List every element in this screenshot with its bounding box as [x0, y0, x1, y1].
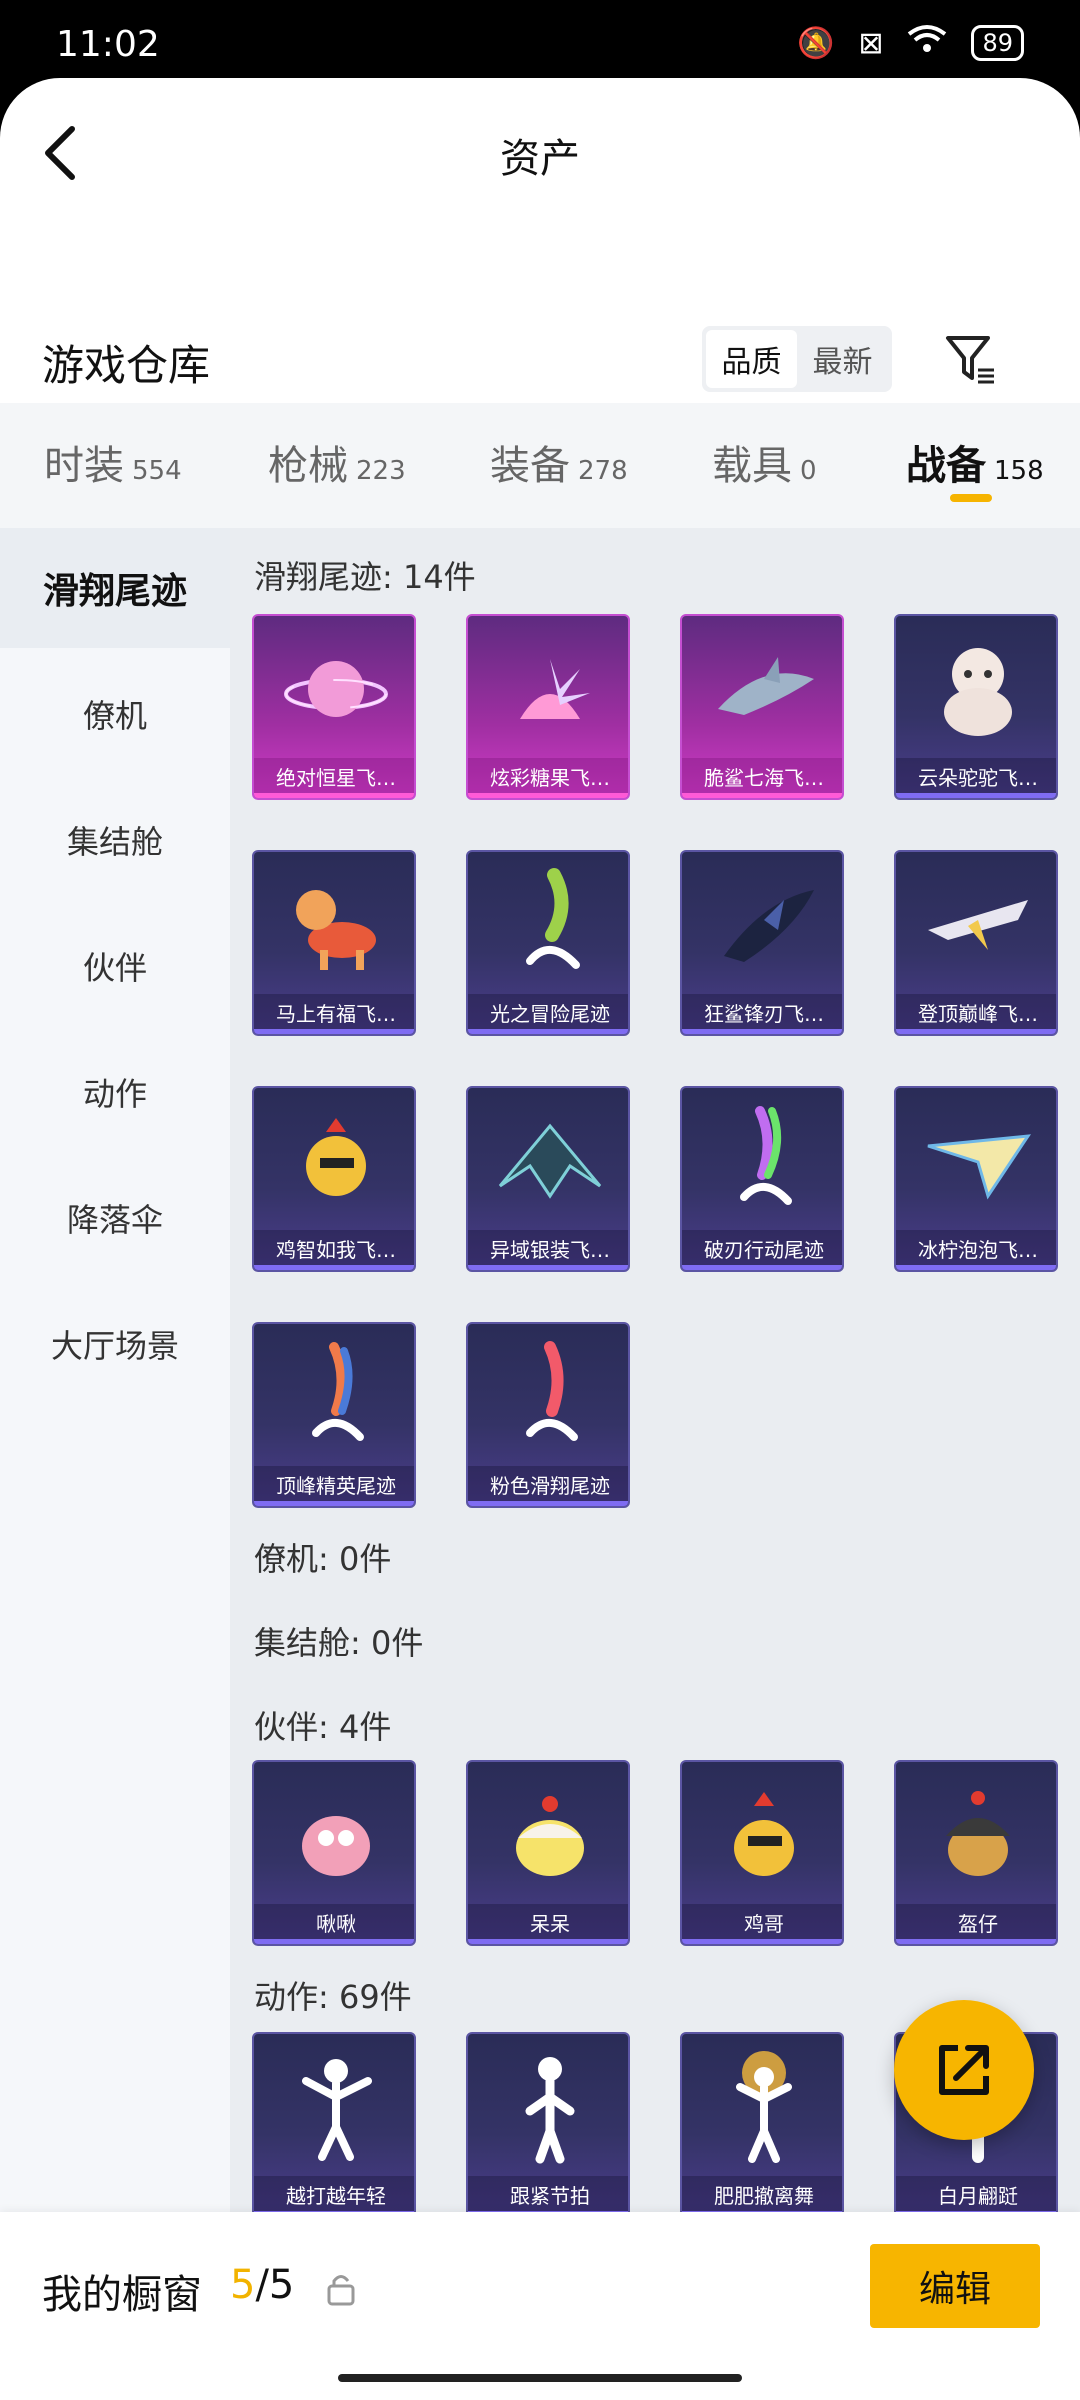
sidenav-item-lobby-scene[interactable]: 大厅场景: [0, 1284, 230, 1404]
chicken-icon: [254, 1088, 414, 1234]
alpaca-icon: [896, 616, 1056, 762]
pink-bird-icon: [254, 1762, 414, 1908]
candy-icon: [468, 616, 628, 762]
section-label-pod: 集结舱: 0件: [254, 1624, 424, 1662]
warehouse-row: 游戏仓库 品质 最新: [0, 298, 1080, 418]
page-title: 资产: [500, 136, 580, 182]
sidenav-item-glide-trail[interactable]: 滑翔尾迹: [0, 528, 230, 648]
edit-button[interactable]: 编辑: [870, 2244, 1040, 2328]
item-card[interactable]: 粉色滑翔尾迹: [466, 1322, 630, 1508]
tab-vehicles[interactable]: 载具 0: [712, 433, 817, 491]
header: 资产: [0, 78, 1080, 228]
tab-equipment[interactable]: 装备 278: [490, 433, 628, 491]
item-card[interactable]: 呆呆: [466, 1760, 630, 1946]
item-card[interactable]: 越打越年轻: [252, 2032, 416, 2212]
section-label-partner: 伙伴: 4件: [254, 1708, 392, 1746]
bottom-bar: 我的橱窗 5/5 编辑: [0, 2212, 1080, 2400]
sidenav-item-partner[interactable]: 伙伴: [0, 906, 230, 1026]
showcase-count: 5/5: [230, 2262, 295, 2308]
sim-off-icon: ⊠: [858, 25, 884, 61]
item-grid: 滑翔尾迹: 14件 绝对恒星飞… 炫彩糖果飞… 脆鲨七海飞… 云朵驼驼飞… 马上…: [230, 528, 1080, 2212]
pink-trail-icon: [468, 1324, 628, 1470]
rooster-icon: [682, 1762, 842, 1908]
item-card[interactable]: 鸡哥: [680, 1760, 844, 1946]
item-card[interactable]: 炫彩糖果飞…: [466, 614, 630, 800]
sort-newest[interactable]: 最新: [797, 330, 888, 388]
item-card[interactable]: 异域银装飞…: [466, 1086, 630, 1272]
item-card[interactable]: 登顶巅峰飞…: [894, 850, 1058, 1036]
item-card[interactable]: 狂鲨锋刃飞…: [680, 850, 844, 1036]
item-card[interactable]: 啾啾: [252, 1760, 416, 1946]
sidenav-item-pod[interactable]: 集结舱: [0, 780, 230, 900]
item-card[interactable]: 鸡智如我飞…: [252, 1086, 416, 1272]
tab-fashion[interactable]: 时装 554: [44, 433, 182, 491]
wing-armor-icon: [468, 1088, 628, 1234]
firework-dancer-icon: [682, 2034, 842, 2180]
sidenav-item-parachute[interactable]: 降落伞: [0, 1158, 230, 1278]
mute-icon: 🔕: [796, 25, 835, 61]
category-tabs: 时装 554 枪械 223 装备 278 载具 0 战备 158: [0, 403, 1080, 528]
dark-shark-icon: [682, 852, 842, 998]
paper-plane-icon: [896, 1088, 1056, 1234]
wifi-icon: [907, 24, 947, 62]
item-card[interactable]: 冰柠泡泡飞…: [894, 1086, 1058, 1272]
warehouse-title: 游戏仓库: [42, 341, 211, 390]
beat-dancer-icon: [468, 2034, 628, 2180]
battery-indicator: 89: [971, 25, 1024, 61]
item-card[interactable]: 肥肥撤离舞: [680, 2032, 844, 2212]
section-label-emote: 动作: 69件: [254, 1978, 412, 2016]
item-card[interactable]: 跟紧节拍: [466, 2032, 630, 2212]
share-icon: [939, 2045, 989, 2095]
filter-button[interactable]: [936, 324, 1006, 394]
item-card[interactable]: 绝对恒星飞…: [252, 614, 416, 800]
sort-toggle: 品质 最新: [702, 326, 892, 392]
side-nav: 滑翔尾迹 僚机 集结舱 伙伴 动作 降落伞 大厅场景: [0, 528, 230, 2212]
filter-icon: [946, 336, 994, 384]
dancer-icon: [254, 2034, 414, 2180]
sidenav-item-emote[interactable]: 动作: [0, 1032, 230, 1152]
status-bar: 11:02 🔕 ⊠ 89: [0, 0, 1080, 90]
planet-icon: [254, 616, 414, 762]
smoke-trail-icon: [468, 852, 628, 998]
item-card[interactable]: 破刃行动尾迹: [680, 1086, 844, 1272]
shark-icon: [682, 616, 842, 762]
clock: 11:02: [56, 24, 160, 65]
item-card[interactable]: 顶峰精英尾迹: [252, 1322, 416, 1508]
rainbow-trail-icon: [682, 1088, 842, 1234]
showcase-title: 我的橱窗: [42, 2272, 202, 2318]
lock-icon: [327, 2275, 355, 2306]
horse-icon: [254, 852, 414, 998]
elite-trail-icon: [254, 1324, 414, 1470]
share-button[interactable]: [894, 2000, 1034, 2140]
item-card[interactable]: 光之冒险尾迹: [466, 850, 630, 1036]
tab-indicator: [950, 494, 992, 502]
item-card[interactable]: 云朵驼驼飞…: [894, 614, 1058, 800]
jet-icon: [896, 852, 1056, 998]
section-label-glide: 滑翔尾迹: 14件: [254, 558, 476, 596]
item-card[interactable]: 马上有福飞…: [252, 850, 416, 1036]
sort-quality[interactable]: 品质: [706, 330, 797, 388]
home-indicator: [338, 2374, 742, 2382]
tab-guns[interactable]: 枪械 223: [268, 433, 406, 491]
item-card[interactable]: 盔仔: [894, 1760, 1058, 1946]
helmet-chick-icon: [896, 1762, 1056, 1908]
item-card[interactable]: 脆鲨七海飞…: [680, 614, 844, 800]
chick-icon: [468, 1762, 628, 1908]
sidenav-item-wingman[interactable]: 僚机: [0, 654, 230, 774]
tab-combat-prep[interactable]: 战备 158: [906, 433, 1044, 491]
section-label-wingman: 僚机: 0件: [254, 1540, 392, 1578]
